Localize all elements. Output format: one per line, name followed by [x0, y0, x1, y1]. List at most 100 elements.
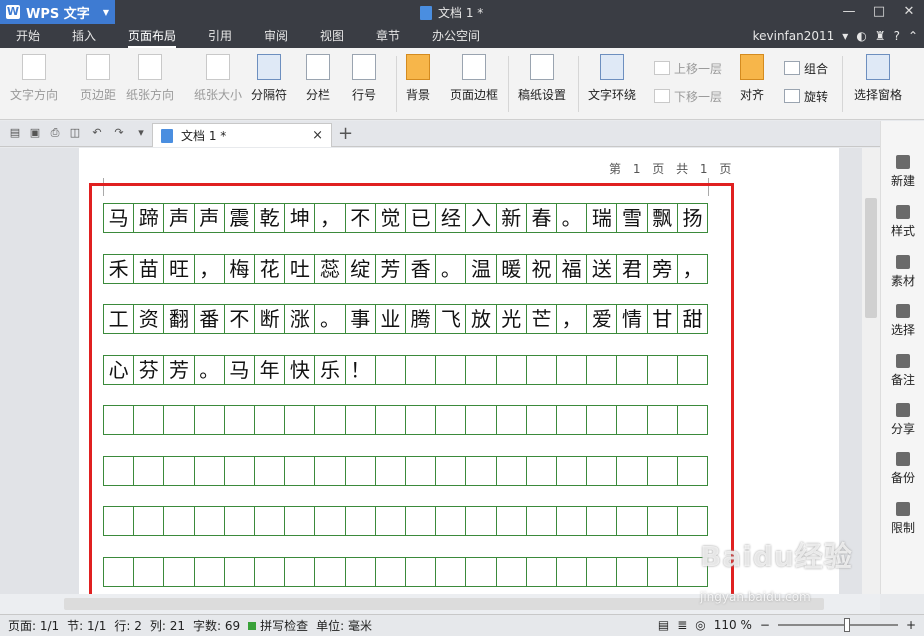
chevron-down-icon[interactable]: ▾ — [842, 24, 848, 48]
print-icon[interactable]: ⎙ — [48, 126, 62, 140]
vertical-scroll-thumb[interactable] — [865, 198, 877, 318]
document-tab[interactable]: 文档 1 * × — [152, 123, 332, 147]
document-icon — [420, 5, 432, 20]
orientation-button[interactable]: 纸张方向 — [126, 54, 174, 112]
close-tab-icon[interactable]: × — [312, 128, 323, 143]
spell-check-indicator-icon — [248, 622, 257, 630]
zoom-slider[interactable] — [777, 618, 898, 632]
print-preview-icon[interactable]: ◫ — [68, 126, 82, 140]
tab-view[interactable]: 视图 — [320, 24, 344, 48]
send-backward-button[interactable]: 下移一层 — [654, 86, 722, 106]
tab-start[interactable]: 开始 — [16, 24, 40, 48]
margins-button[interactable]: 页边距 — [80, 54, 116, 112]
pane-styles[interactable]: 样式 — [881, 205, 924, 239]
zoom-in-icon[interactable]: + — [906, 618, 916, 632]
zoom-out-icon[interactable]: − — [760, 618, 770, 632]
wps-logo-icon: W — [6, 5, 20, 19]
pane-restrict[interactable]: 限制 — [881, 502, 924, 536]
selection-pane-icon — [866, 54, 890, 80]
ribbon: 文字方向 页边距 纸张方向 纸张大小 分隔符 分栏 行号 背景 页面边框 稿纸设… — [0, 48, 924, 120]
manuscript-settings-button[interactable]: 稿纸设置 — [518, 54, 566, 112]
paper-size-icon — [206, 54, 230, 80]
web-view-icon[interactable]: ◎ — [695, 618, 705, 632]
pane-selection[interactable]: 选择 — [881, 304, 924, 338]
close-window-button[interactable]: ✕ — [894, 0, 924, 24]
pane-backup[interactable]: 备份 — [881, 452, 924, 486]
ribbon-divider — [578, 56, 579, 112]
text-direction-button[interactable]: 文字方向 — [10, 54, 58, 112]
materials-icon — [896, 255, 910, 269]
help-icon[interactable]: ? — [894, 24, 900, 48]
separator-icon — [257, 54, 281, 80]
line-number-button[interactable]: 行号 — [352, 54, 376, 112]
new-tab-button[interactable]: + — [338, 123, 353, 144]
save-icon[interactable]: ▣ — [28, 126, 42, 140]
menu-bar: 开始 插入 页面布局 引用 审阅 视图 章节 办公空间 kevinfan2011… — [0, 24, 924, 48]
vertical-scrollbar[interactable] — [862, 148, 880, 594]
zoom-level[interactable]: 110 % — [714, 618, 752, 632]
status-page[interactable]: 页面: 1/1 — [8, 617, 59, 634]
skin-icon[interactable]: ◐ — [856, 24, 866, 48]
user-name[interactable]: kevinfan2011 — [753, 24, 835, 48]
columns-button[interactable]: 分栏 — [306, 54, 330, 112]
page-view-icon[interactable]: ▤ — [658, 618, 669, 632]
zoom-slider-knob[interactable] — [843, 618, 850, 632]
pane-notes[interactable]: 备注 — [881, 354, 924, 388]
page-border-button[interactable]: 页面边框 — [450, 54, 498, 112]
background-button[interactable]: 背景 — [406, 54, 430, 112]
tab-page-layout[interactable]: 页面布局 — [128, 24, 177, 48]
account-area: kevinfan2011 ▾ ◐ ♜ ? ⌃ — [753, 24, 918, 48]
tab-insert[interactable]: 插入 — [72, 24, 96, 48]
spell-check-toggle[interactable]: 拼写检查 — [248, 617, 308, 634]
tab-review[interactable]: 审阅 — [264, 24, 288, 48]
app-name: WPS 文字 — [26, 6, 90, 22]
selection-pane-button[interactable]: 选择窗格 — [854, 54, 902, 112]
document-icon — [161, 128, 173, 143]
group-button[interactable]: 组合 — [784, 58, 828, 78]
maximize-button[interactable]: □ — [864, 0, 894, 24]
outline-view-icon[interactable]: ≣ — [677, 618, 687, 632]
window-controls: — □ ✕ — [834, 0, 924, 24]
title-bar: W WPS 文字 ▼ 文档 1 * — □ ✕ — [0, 0, 924, 24]
status-unit[interactable]: 单位: 毫米 — [316, 617, 372, 634]
tab-references[interactable]: 引用 — [208, 24, 232, 48]
paper-size-button[interactable]: 纸张大小 — [194, 54, 242, 112]
status-bar: 页面: 1/1 节: 1/1 行: 2 列: 21 字数: 69 拼写检查 单位… — [0, 614, 924, 636]
text-direction-icon — [22, 54, 46, 80]
pane-materials[interactable]: 素材 — [881, 255, 924, 289]
pane-new[interactable]: 新建 — [881, 155, 924, 189]
window-title-text: 文档 1 * — [438, 6, 484, 20]
open-folder-icon[interactable]: ▤ — [8, 126, 22, 140]
zoom-controls: ▤ ≣ ◎ 110 % − + — [658, 618, 916, 632]
bring-forward-button[interactable]: 上移一层 — [654, 58, 722, 78]
app-menu-button[interactable]: W WPS 文字 ▼ — [0, 0, 115, 24]
tab-office-space[interactable]: 办公空间 — [432, 24, 480, 48]
rotate-button[interactable]: 旋转 — [784, 86, 828, 106]
tab-chapter[interactable]: 章节 — [376, 24, 400, 48]
customize-toolbar-icon[interactable]: ▾ — [134, 126, 148, 140]
undo-icon[interactable]: ↶ — [90, 126, 104, 140]
margins-icon — [86, 54, 110, 80]
minimize-button[interactable]: — — [834, 0, 864, 24]
columns-icon — [306, 54, 330, 80]
shirt-icon[interactable]: ♜ — [875, 24, 886, 48]
redo-icon[interactable]: ↷ — [112, 126, 126, 140]
status-word-count[interactable]: 字数: 69 — [193, 617, 240, 634]
text-wrap-button[interactable]: 文字环绕 — [588, 54, 636, 112]
selection-icon — [896, 304, 910, 318]
task-pane: 新建 样式 素材 选择 备注 分享 备份 限制 — [880, 121, 924, 594]
align-button[interactable]: 对齐 — [740, 54, 764, 112]
text-wrap-icon — [600, 54, 624, 80]
document-tab-title: 文档 1 * — [181, 129, 227, 143]
backup-icon — [896, 452, 910, 466]
separator-button[interactable]: 分隔符 — [251, 54, 287, 112]
page-border-icon — [462, 54, 486, 80]
lock-icon — [896, 502, 910, 516]
manuscript-icon — [530, 54, 554, 80]
group-icon — [784, 61, 800, 75]
baidu-watermark: Baidu经验 — [700, 540, 853, 573]
pane-share[interactable]: 分享 — [881, 403, 924, 437]
collapse-ribbon-icon[interactable]: ⌃ — [908, 24, 918, 48]
status-column: 列: 21 — [149, 619, 185, 633]
chevron-down-icon: ▼ — [102, 7, 109, 17]
